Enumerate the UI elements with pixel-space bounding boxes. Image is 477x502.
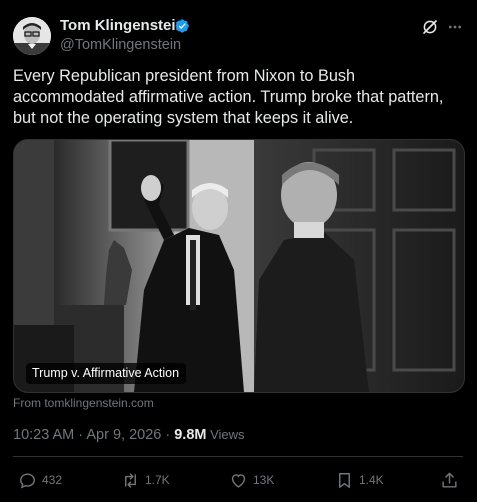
reply-button[interactable]: 432 xyxy=(18,470,62,490)
tweet-meta: 10:23 AM · Apr 9, 2026 · 9.8M Views xyxy=(13,426,245,444)
reply-icon xyxy=(20,472,35,489)
author-handle[interactable]: @TomKlingenstein xyxy=(60,36,181,54)
divider xyxy=(13,456,463,457)
like-button[interactable]: 13K xyxy=(229,470,274,490)
author-name[interactable]: Tom Klingenstein xyxy=(60,17,185,35)
views-label: Views xyxy=(206,427,245,442)
like-icon xyxy=(231,473,246,488)
tweet-date[interactable]: Apr 9, 2026 xyxy=(86,427,161,443)
reply-count: 432 xyxy=(42,473,63,487)
more-icon[interactable] xyxy=(446,19,464,35)
views-count: 9.8M xyxy=(174,427,207,443)
verified-badge-icon xyxy=(175,19,189,33)
media-photo xyxy=(14,140,464,392)
meta-separator: · xyxy=(161,427,175,443)
share-icon xyxy=(442,472,457,488)
tweet-text: Every Republican president from Nixon to… xyxy=(13,67,444,127)
avatar[interactable] xyxy=(13,17,51,55)
media-card[interactable]: Trump v. Affirmative Action xyxy=(13,139,465,393)
source-link[interactable]: From tomklingenstein.com xyxy=(13,396,154,410)
repost-button[interactable]: 1.7K xyxy=(121,470,170,490)
tweet[interactable]: Tom Klingenstein @TomKlingenstein Every … xyxy=(0,0,477,502)
avatar-image xyxy=(13,17,51,55)
bookmark-icon xyxy=(339,472,350,488)
media-caption: Trump v. Affirmative Action xyxy=(26,363,187,384)
bookmark-button[interactable]: 1.4K xyxy=(335,470,384,490)
repost-icon xyxy=(125,472,136,488)
tweet-time[interactable]: 10:23 AM xyxy=(13,427,74,443)
like-count: 13K xyxy=(253,473,275,487)
meta-separator: · xyxy=(74,427,87,443)
grok-icon[interactable] xyxy=(421,18,439,36)
share-button[interactable] xyxy=(440,470,464,490)
repost-count: 1.7K xyxy=(145,473,170,487)
bookmark-count: 1.4K xyxy=(359,473,384,487)
